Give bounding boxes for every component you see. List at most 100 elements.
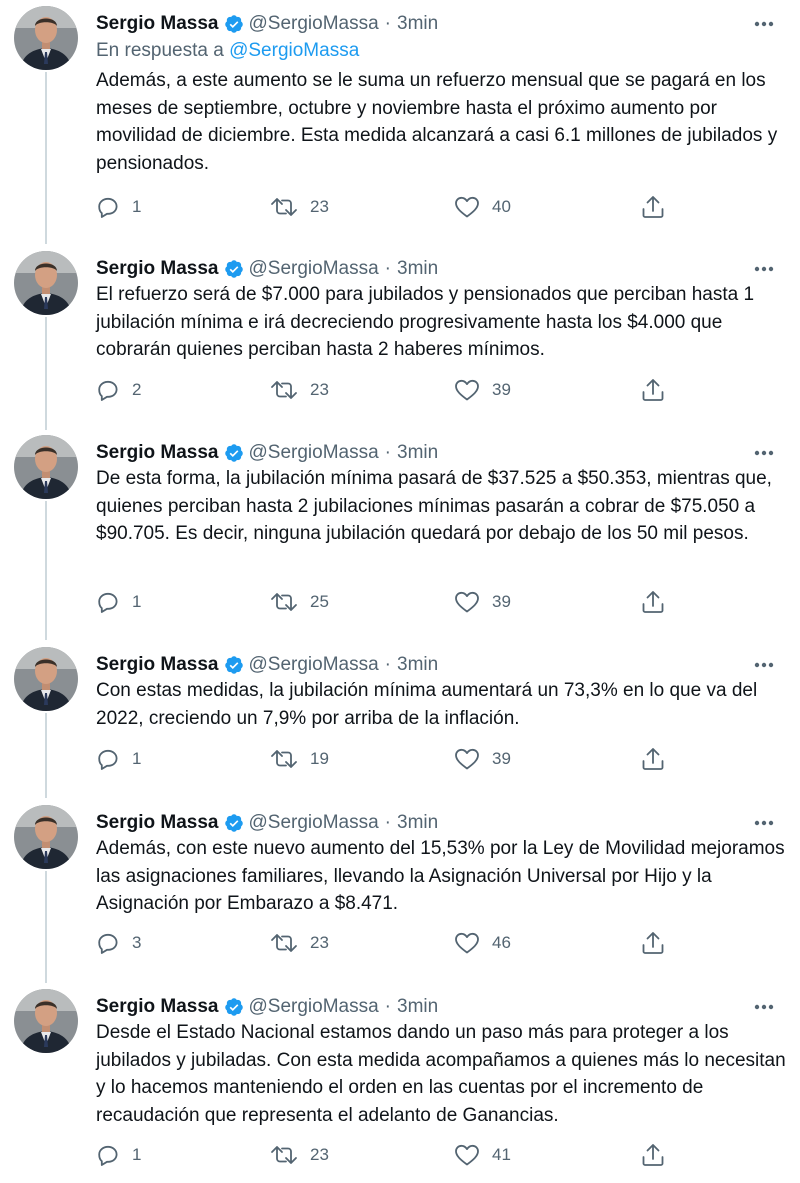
reply-to-label: En respuesta a [96, 40, 224, 61]
verified-badge-icon [224, 259, 244, 279]
reply-button[interactable]: 2 [96, 376, 141, 404]
separator-dot: · [384, 996, 391, 1017]
tweet-header: Sergio Massa @SergioMassa · 3min [96, 439, 438, 467]
verified-badge-icon [224, 443, 244, 463]
retweet-button[interactable]: 23 [270, 376, 329, 404]
more-options-icon[interactable] [752, 259, 776, 279]
separator-dot: · [384, 442, 391, 463]
author-handle[interactable]: @SergioMassa [249, 812, 379, 834]
reply-button[interactable]: 3 [96, 929, 141, 957]
more-options-icon[interactable] [752, 443, 776, 463]
timestamp[interactable]: 3min [397, 258, 438, 280]
like-button[interactable]: 39 [454, 745, 511, 773]
avatar[interactable] [14, 435, 78, 499]
tweet-header: Sergio Massa @SergioMassa · 3min [96, 651, 438, 679]
retweet-button[interactable]: 25 [270, 588, 329, 616]
like-button[interactable]: 39 [454, 588, 511, 616]
avatar[interactable] [14, 6, 78, 70]
thread-connector-line [45, 72, 47, 244]
timestamp[interactable]: 3min [397, 996, 438, 1018]
more-options-icon[interactable] [752, 655, 776, 675]
retweet-count: 23 [310, 197, 329, 216]
share-icon [642, 748, 664, 770]
more-options-icon[interactable] [752, 14, 776, 34]
share-icon [642, 932, 664, 954]
like-count: 40 [492, 197, 511, 216]
like-button[interactable]: 40 [454, 193, 511, 221]
more-options-icon[interactable] [752, 997, 776, 1017]
reply-button[interactable]: 1 [96, 1141, 141, 1169]
like-button[interactable]: 46 [454, 929, 511, 957]
retweet-icon [271, 934, 297, 952]
retweet-button[interactable]: 23 [270, 1141, 329, 1169]
tweet-text: El refuerzo será de $7.000 para jubilado… [96, 284, 755, 360]
author-handle[interactable]: @SergioMassa [249, 654, 379, 676]
thread-connector-line [45, 501, 47, 640]
reply-context: En respuesta a @SergioMassa [96, 40, 359, 62]
author-handle[interactable]: @SergioMassa [249, 442, 379, 464]
thread-connector-line [45, 871, 47, 983]
like-count: 39 [492, 380, 511, 399]
timestamp[interactable]: 3min [397, 812, 438, 834]
avatar[interactable] [14, 805, 78, 869]
reply-button[interactable]: 1 [96, 588, 141, 616]
reply-icon [98, 197, 118, 218]
author-name[interactable]: Sergio Massa [96, 258, 219, 280]
timestamp[interactable]: 3min [397, 654, 438, 676]
retweet-count: 25 [310, 592, 329, 611]
reply-count: 1 [132, 197, 142, 216]
tweet-text: De esta forma, la jubilación mínima pasa… [96, 468, 772, 544]
heart-icon [455, 932, 479, 954]
avatar[interactable] [14, 989, 78, 1053]
heart-icon [455, 1144, 479, 1166]
reply-icon [98, 933, 118, 954]
reply-button[interactable]: 1 [96, 193, 141, 221]
separator-dot: · [384, 654, 391, 675]
separator-dot: · [384, 13, 391, 34]
separator-dot: · [384, 258, 391, 279]
more-options-icon[interactable] [752, 813, 776, 833]
author-handle[interactable]: @SergioMassa [249, 996, 379, 1018]
retweet-button[interactable]: 23 [270, 193, 329, 221]
share-button[interactable] [640, 929, 678, 957]
tweet-actions: 1 23 40 [96, 193, 676, 221]
tweet-actions: 1 25 39 [96, 588, 676, 616]
author-handle[interactable]: @SergioMassa [249, 13, 379, 35]
share-button[interactable] [640, 1141, 678, 1169]
retweet-icon [271, 593, 297, 611]
retweet-button[interactable]: 19 [270, 745, 329, 773]
share-icon [642, 1144, 664, 1166]
tweet-text: Además, a este aumento se le suma un ref… [96, 70, 778, 174]
share-button[interactable] [640, 745, 678, 773]
author-name[interactable]: Sergio Massa [96, 996, 219, 1018]
reply-count: 1 [132, 1145, 142, 1164]
author-name[interactable]: Sergio Massa [96, 654, 219, 676]
reply-button[interactable]: 1 [96, 745, 141, 773]
retweet-count: 23 [310, 380, 329, 399]
retweet-count: 19 [310, 749, 329, 768]
share-button[interactable] [640, 588, 678, 616]
heart-icon [455, 379, 479, 401]
verified-badge-icon [224, 997, 244, 1017]
share-button[interactable] [640, 376, 678, 404]
retweet-button[interactable]: 23 [270, 929, 329, 957]
share-button[interactable] [640, 193, 678, 221]
retweet-icon [271, 1146, 297, 1164]
author-name[interactable]: Sergio Massa [96, 812, 219, 834]
timestamp[interactable]: 3min [397, 442, 438, 464]
tweet-actions: 2 23 39 [96, 376, 676, 404]
tweet-text: Con estas medidas, la jubilación mínima … [96, 680, 758, 729]
thread-connector-line [45, 713, 47, 798]
timestamp[interactable]: 3min [397, 13, 438, 35]
like-button[interactable]: 41 [454, 1141, 511, 1169]
like-button[interactable]: 39 [454, 376, 511, 404]
avatar[interactable] [14, 647, 78, 711]
tweet-header: Sergio Massa @SergioMassa · 3min [96, 10, 438, 38]
author-name[interactable]: Sergio Massa [96, 13, 219, 35]
tweet-actions: 1 23 41 [96, 1141, 676, 1169]
share-icon [642, 196, 664, 218]
avatar[interactable] [14, 251, 78, 315]
reply-to-handle-link[interactable]: @SergioMassa [229, 40, 359, 61]
author-handle[interactable]: @SergioMassa [249, 258, 379, 280]
author-name[interactable]: Sergio Massa [96, 442, 219, 464]
